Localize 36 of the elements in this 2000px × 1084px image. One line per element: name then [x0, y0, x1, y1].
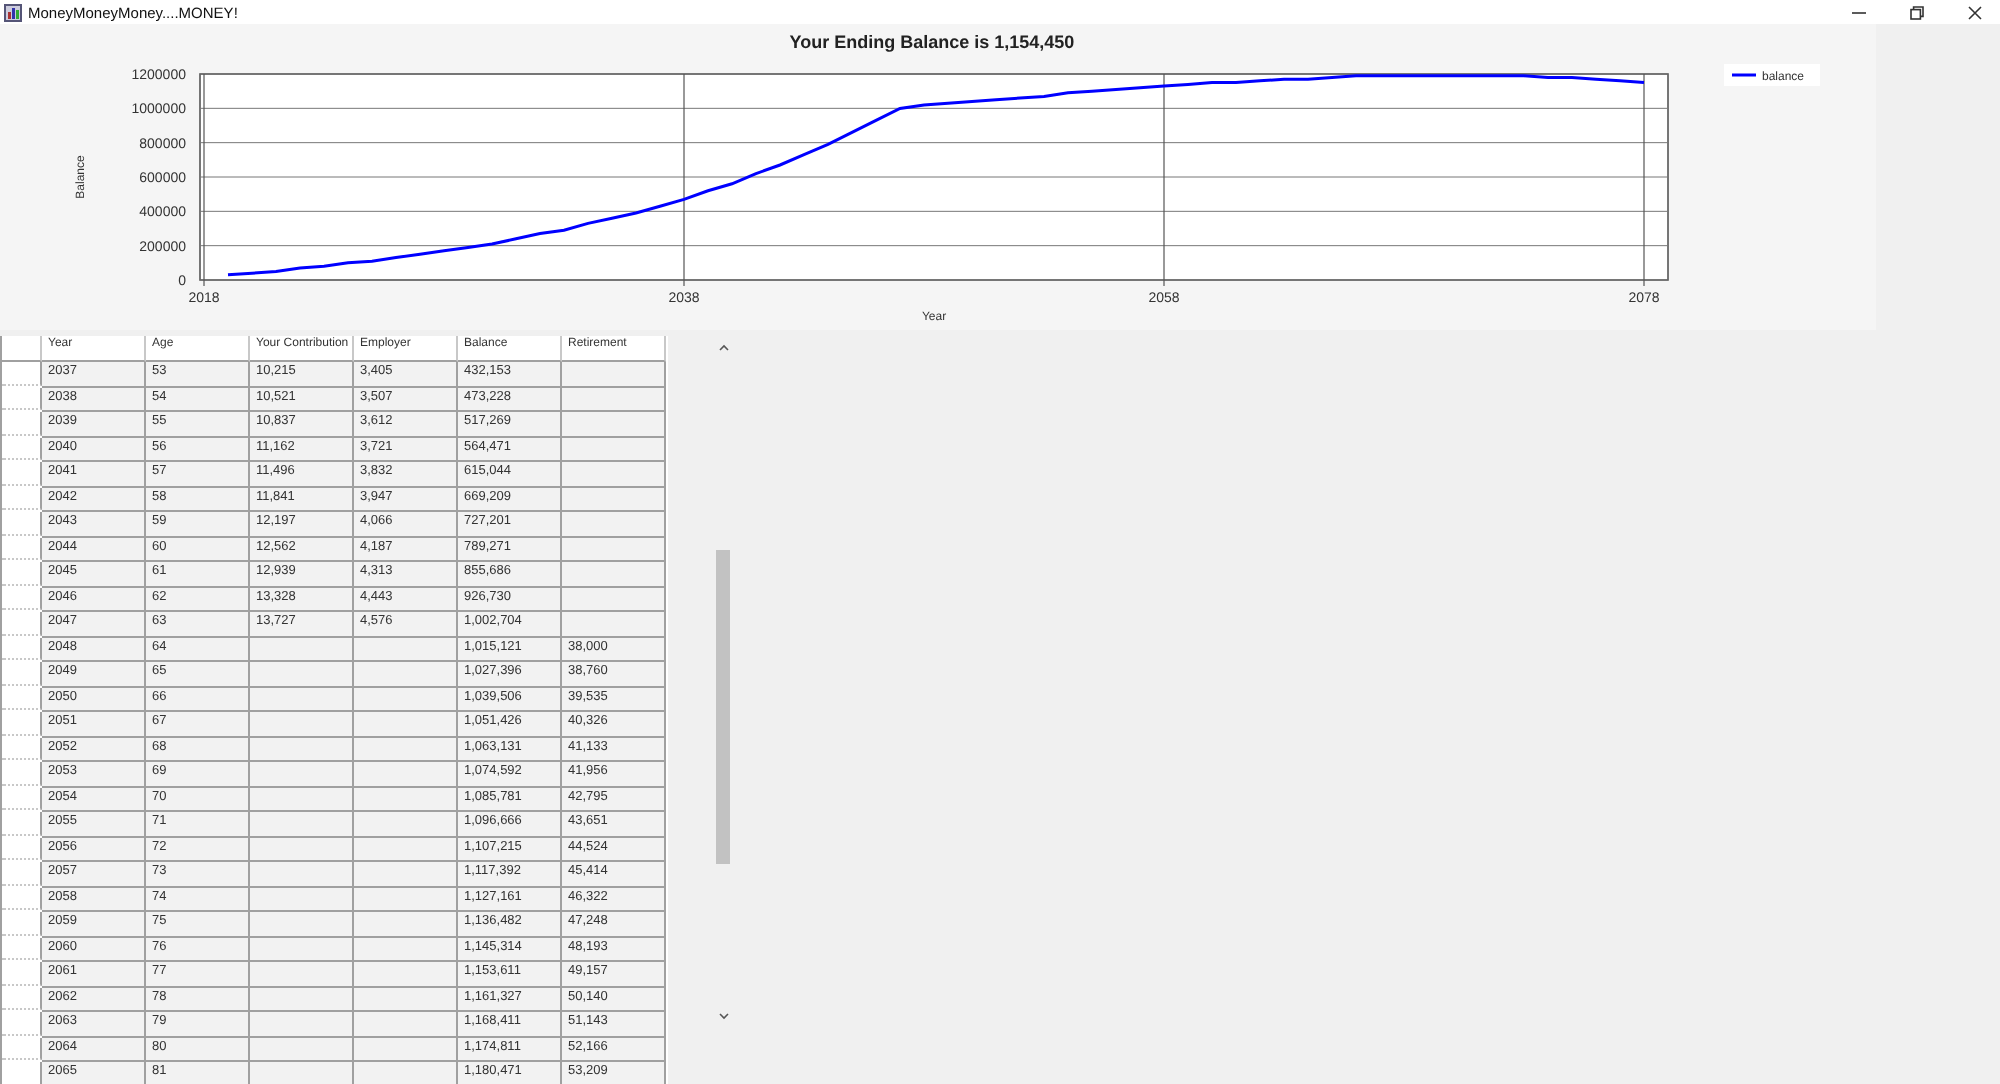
row-header[interactable] — [2, 812, 42, 835]
row-header[interactable] — [2, 587, 42, 610]
row-header[interactable] — [2, 562, 42, 585]
scroll-up-icon[interactable] — [717, 342, 729, 354]
scroll-down-icon[interactable] — [717, 1010, 729, 1022]
chart-title: Your Ending Balance is 1,154,450 — [789, 32, 1075, 52]
row-header[interactable] — [2, 962, 42, 985]
row-header[interactable] — [2, 612, 42, 635]
row-header[interactable] — [2, 837, 42, 860]
row-header[interactable] — [2, 412, 42, 435]
row-header[interactable] — [2, 687, 42, 710]
row-header[interactable] — [2, 462, 42, 485]
close-icon — [1967, 5, 1981, 19]
row-header[interactable] — [2, 912, 42, 935]
row-header[interactable] — [2, 1012, 42, 1035]
row-header[interactable] — [2, 787, 42, 810]
row-header[interactable] — [2, 537, 42, 560]
row-header[interactable] — [2, 862, 42, 885]
row-header[interactable] — [2, 887, 42, 910]
restore-icon — [1909, 5, 1923, 19]
row-header[interactable] — [2, 487, 42, 510]
row-header[interactable] — [2, 737, 42, 760]
scroll-thumb[interactable] — [716, 550, 730, 864]
row-header[interactable] — [2, 362, 42, 385]
row-header[interactable] — [2, 1037, 42, 1060]
row-header[interactable] — [2, 987, 42, 1010]
row-header[interactable] — [2, 762, 42, 785]
row-header[interactable] — [2, 512, 42, 535]
legend-box — [1724, 64, 1820, 86]
row-header[interactable] — [2, 637, 42, 660]
app-icon — [4, 3, 22, 21]
row-header[interactable] — [2, 712, 42, 735]
row-header[interactable] — [2, 937, 42, 960]
row-header[interactable] — [2, 387, 42, 410]
row-header[interactable] — [2, 662, 42, 685]
row-header[interactable] — [2, 437, 42, 460]
